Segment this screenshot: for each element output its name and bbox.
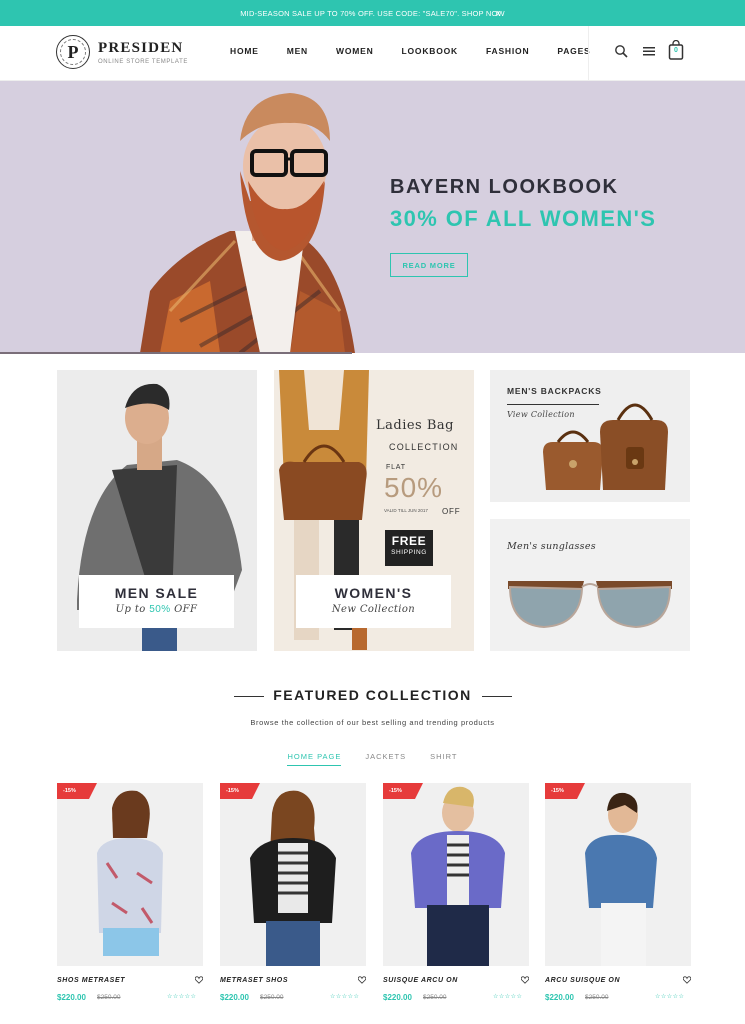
product-image[interactable]: -15% (383, 783, 529, 966)
men-sale-percent: 50% (149, 604, 171, 615)
site-header: P PRESIDEN ONLINE STORE TEMPLATE HOME ME… (0, 26, 745, 81)
shipping-label: SHIPPING (391, 549, 427, 556)
main-nav: HOME MEN WOMEN LOOKBOOK FASHION PAGES (216, 46, 619, 56)
nav-home[interactable]: HOME (230, 46, 259, 56)
featured-subtitle: Browse the collection of our best sellin… (250, 718, 495, 727)
header-divider (588, 26, 589, 81)
cart-button[interactable]: 0 (668, 39, 684, 60)
product-image[interactable]: -15% (57, 783, 203, 966)
product-old-price: $250.00 (423, 994, 447, 1001)
product-card: -15% SHOS METRASET $220.00 $250.00 ☆☆☆☆☆ (57, 783, 203, 1002)
featured-title: FEATURED COLLECTION (273, 687, 472, 703)
free-shipping-badge: FREE SHIPPING (385, 530, 433, 566)
product-model-image (97, 790, 163, 956)
nav-lookbook[interactable]: LOOKBOOK (402, 46, 458, 56)
featured-tabs: HOME PAGE JACKETS SHIRT (0, 752, 745, 766)
backpacks-image (543, 403, 668, 490)
brand-name: PRESIDEN (98, 39, 184, 56)
tab-shirt[interactable]: SHIRT (430, 752, 457, 766)
cart-count: 0 (674, 47, 678, 54)
hero-model-image (140, 93, 355, 353)
hero-title: BAYERN LOOKBOOK (390, 176, 619, 198)
heart-icon[interactable] (521, 976, 529, 984)
bag-percent: 50% (384, 472, 444, 503)
product-image[interactable]: -15% (545, 783, 691, 966)
rating-stars: ☆☆☆☆☆ (493, 994, 523, 1000)
heart-icon[interactable] (195, 976, 203, 984)
men-sale-subtitle: Up to 50% OFF (79, 604, 234, 615)
sunglasses-title: Men's sunglasses (507, 541, 596, 552)
promo-close-button[interactable]: x (496, 8, 501, 18)
rating-stars: ☆☆☆☆☆ (655, 994, 685, 1000)
banner-mens-backpacks[interactable]: MEN'S BACKPACKS View Collection (490, 370, 690, 502)
product-old-price: $250.00 (97, 994, 121, 1001)
banner-ladies-bag[interactable]: Ladies Bag COLLECTION FLAT 50% VALID TIL… (274, 370, 474, 651)
rating-stars: ☆☆☆☆☆ (167, 994, 197, 1000)
womens-title: WOMEN'S (334, 585, 413, 601)
womens-label: WOMEN'S New Collection (296, 575, 451, 628)
product-card: -15% ARCU SUISQUE ON $220.00 $250.00 ☆☆☆… (545, 783, 691, 1002)
search-icon[interactable] (614, 44, 628, 58)
bag-collection: COLLECTION (389, 442, 459, 452)
logo[interactable]: P PRESIDEN ONLINE STORE TEMPLATE (56, 35, 188, 69)
banner-mens-sunglasses[interactable]: Men's sunglasses (490, 519, 690, 651)
bag-off: OFF (442, 507, 461, 516)
bag-title: Ladies Bag (376, 418, 454, 433)
nav-pages[interactable]: PAGES (557, 46, 590, 56)
product-model-image (585, 792, 657, 966)
product-price: $220.00 (220, 993, 249, 1002)
men-sale-sub-prefix: Up to (115, 604, 150, 615)
menu-icon[interactable] (643, 46, 655, 56)
tab-home-page[interactable]: HOME PAGE (287, 752, 342, 766)
bag-valid-till: VALID TILL JUN 2017 (384, 508, 428, 513)
bag-flat: FLAT (386, 464, 406, 471)
promo-message[interactable]: MID-SEASON SALE UP TO 70% OFF. USE CODE:… (240, 9, 505, 18)
heart-icon[interactable] (683, 976, 691, 984)
hero-slider: BAYERN LOOKBOOK 30% OF ALL WOMEN'S READ … (0, 81, 745, 353)
nav-fashion[interactable]: FASHION (486, 46, 529, 56)
product-price: $220.00 (383, 993, 412, 1002)
free-label: FREE (391, 534, 427, 548)
men-sale-label: MEN SALE Up to 50% OFF (79, 575, 234, 628)
tab-jackets[interactable]: JACKETS (365, 752, 406, 766)
product-price: $220.00 (57, 993, 86, 1002)
product-old-price: $250.00 (260, 994, 284, 1001)
logo-mark: P (56, 35, 90, 69)
product-old-price: $250.00 (585, 994, 609, 1001)
product-name[interactable]: ARCU SUISQUE ON (545, 977, 620, 984)
sunglasses-image (508, 581, 672, 629)
product-name[interactable]: METRASET SHOS (220, 977, 288, 984)
hero-subtitle: 30% OF ALL WOMEN'S (390, 206, 657, 231)
men-sale-title: MEN SALE (114, 585, 199, 601)
nav-women[interactable]: WOMEN (336, 46, 374, 56)
product-name[interactable]: SHOS METRASET (57, 977, 125, 984)
product-card: -15% METRASET SHOS $220.00 $250.00 ☆☆☆☆☆ (220, 783, 366, 1002)
product-model-image (250, 790, 336, 966)
product-name[interactable]: SUISQUE ARCU ON (383, 977, 458, 984)
read-more-button[interactable]: READ MORE (390, 253, 468, 277)
nav-men[interactable]: MEN (287, 46, 308, 56)
rating-stars: ☆☆☆☆☆ (330, 994, 360, 1000)
heart-icon[interactable] (358, 976, 366, 984)
product-price: $220.00 (545, 993, 574, 1002)
womens-subtitle: New Collection (331, 604, 416, 615)
product-image[interactable]: -15% (220, 783, 366, 966)
product-card: -15% SUISQUE ARCU ON $220.00 $250.00 ☆☆☆… (383, 783, 529, 1002)
product-model-image (411, 786, 505, 966)
featured-title-line-right (482, 696, 512, 697)
men-sale-sub-suffix: OFF (170, 604, 198, 615)
promo-bar: MID-SEASON SALE UP TO 70% OFF. USE CODE:… (0, 0, 745, 26)
slider-progress-line (0, 352, 352, 354)
banner-men-sale[interactable]: MEN SALE Up to 50% OFF (57, 370, 257, 651)
brand-tagline: ONLINE STORE TEMPLATE (98, 58, 188, 65)
